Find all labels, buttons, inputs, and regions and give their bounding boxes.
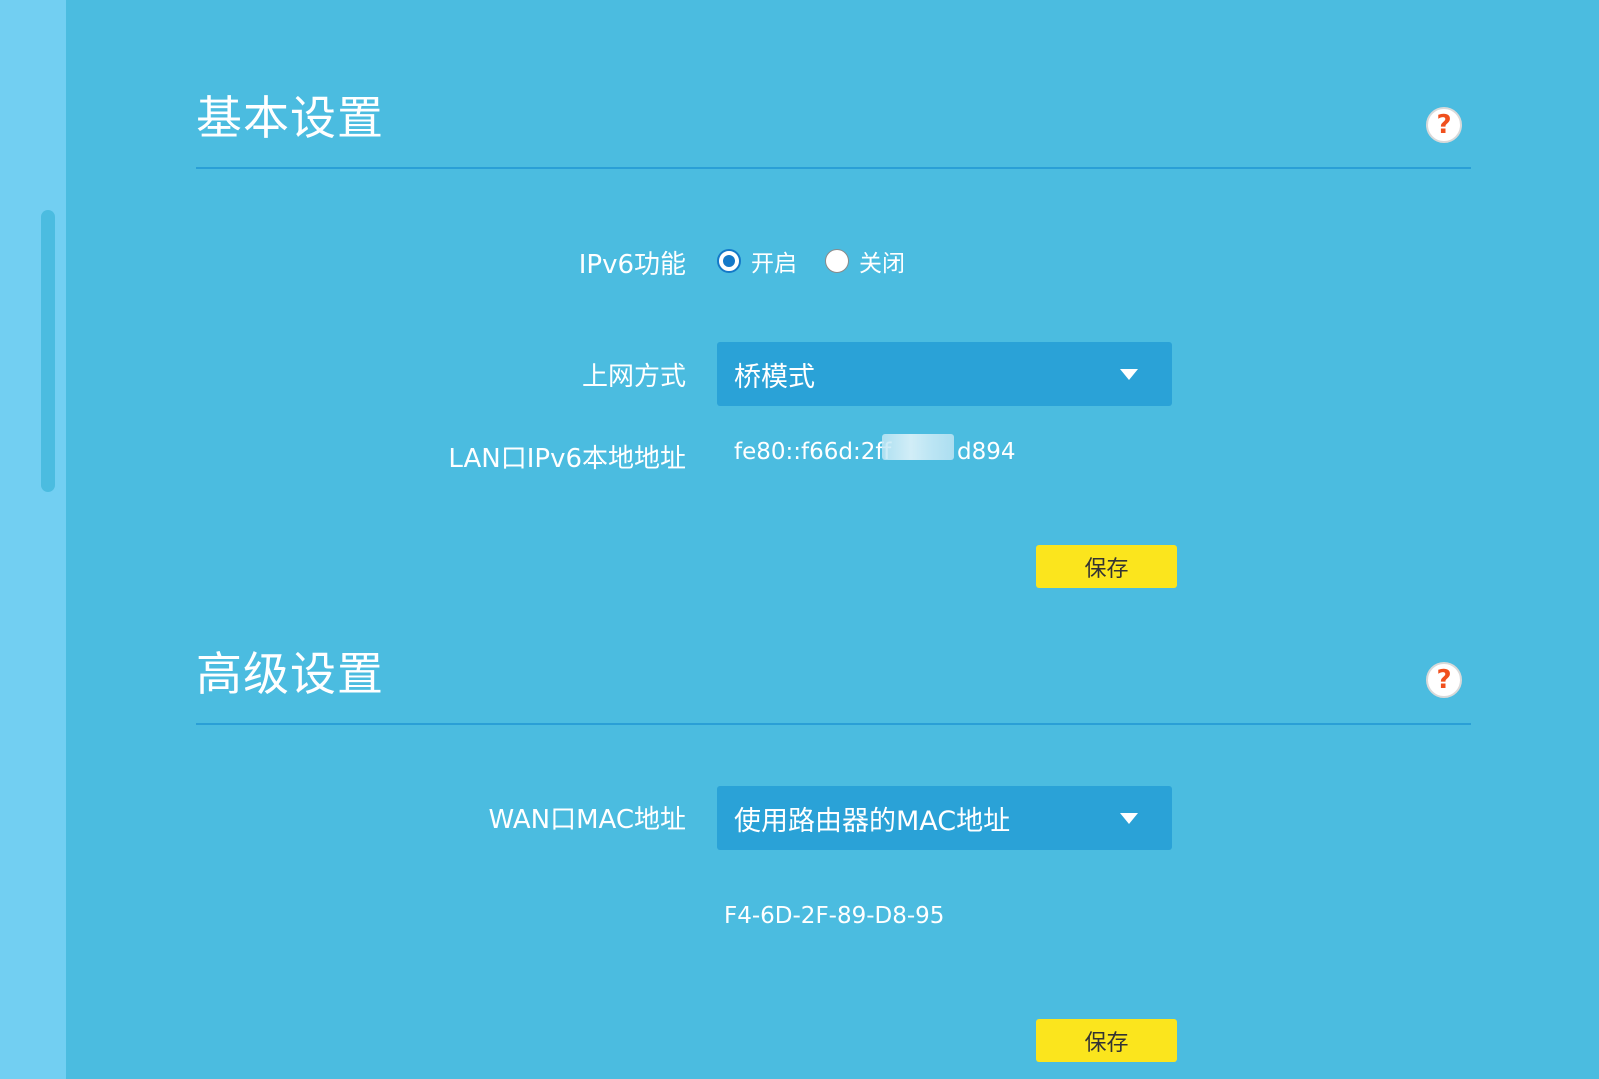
scrollbar-thumb[interactable] (41, 210, 55, 492)
connection-type-value: 桥模式 (734, 361, 815, 393)
radio-unchecked-icon[interactable] (825, 249, 849, 273)
mac-address-value: F4-6D-2F-89-D8-95 (724, 903, 945, 929)
advanced-save-button[interactable]: 保存 (1036, 1019, 1177, 1062)
ipv6-radio-group: 开启 关闭 (717, 244, 933, 278)
ipv6-on-label: 开启 (751, 251, 797, 277)
basic-section-divider (196, 167, 1471, 169)
dropdown-triangle-icon (1120, 813, 1138, 824)
wan-mac-select[interactable]: 使用路由器的MAC地址 (717, 786, 1172, 850)
advanced-help-icon[interactable]: ? (1426, 662, 1462, 698)
dropdown-triangle-icon (1120, 369, 1138, 380)
basic-save-button[interactable]: 保存 (1036, 545, 1177, 588)
lan-ipv6-address-start: fe80::f66d:2ff (734, 439, 892, 465)
connection-type-select[interactable]: 桥模式 (717, 342, 1172, 406)
ipv6-off-radio[interactable]: 关闭 (825, 244, 905, 278)
basic-help-icon[interactable]: ? (1426, 107, 1462, 143)
wan-mac-select-value: 使用路由器的MAC地址 (734, 805, 1011, 837)
ipv6-function-label: IPv6功能 (578, 250, 686, 280)
ipv6-on-radio[interactable]: 开启 (717, 244, 797, 278)
radio-checked-icon[interactable] (717, 249, 741, 273)
connection-type-label: 上网方式 (581, 362, 686, 392)
advanced-section-divider (196, 723, 1471, 725)
wan-mac-label: WAN口MAC地址 (488, 805, 686, 835)
advanced-settings-title: 高级设置 (196, 647, 384, 701)
lan-ipv6-address-label: LAN口IPv6本地地址 (448, 444, 686, 474)
redacted-blur (882, 434, 954, 460)
ipv6-off-label: 关闭 (859, 251, 905, 277)
help-glyph: ? (1436, 110, 1452, 140)
basic-settings-title: 基本设置 (196, 91, 384, 145)
left-sidebar-strip (0, 0, 66, 1079)
lan-ipv6-address-end: d894 (957, 439, 1016, 465)
help-glyph: ? (1436, 665, 1452, 695)
